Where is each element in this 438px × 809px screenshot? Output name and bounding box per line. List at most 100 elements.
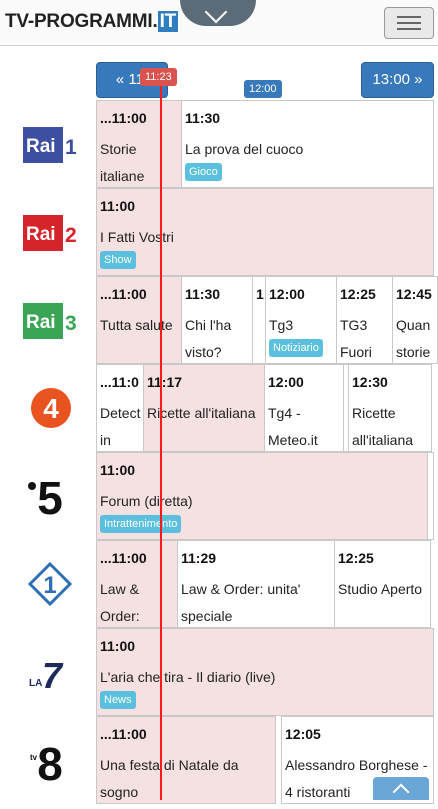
time-marker: 12:00 bbox=[244, 80, 282, 98]
program-cell[interactable]: 11:30 Chi l'ha visto? bbox=[181, 276, 253, 364]
program-title: Tg3 bbox=[269, 317, 294, 333]
program-cell[interactable]: 12:25 Studio Aperto bbox=[334, 540, 431, 628]
program-time: 12:30 bbox=[352, 374, 388, 390]
genre-badge: Show bbox=[100, 251, 136, 269]
program-cell[interactable]: 11:30 La prova del cuoco Gioco bbox=[181, 100, 434, 188]
program-cell[interactable]: ...11:00 Storie italiane bbox=[96, 100, 182, 188]
program-title: La prova del cuoco bbox=[185, 141, 304, 157]
rai3-word: Rai bbox=[26, 312, 56, 333]
scroll-to-top-button[interactable] bbox=[373, 777, 429, 801]
program-title: Una festa di Natale da sogno bbox=[100, 757, 239, 800]
genre-badge: Notiziario bbox=[269, 339, 323, 357]
program-time: 12:45 bbox=[396, 286, 432, 302]
program-title: Tutta salute bbox=[100, 317, 173, 333]
channel-row-rai1: Rai 1 ...11:00 Storie italiane 11:30 La … bbox=[0, 100, 438, 188]
program-title: Ricette all'italiana bbox=[147, 405, 256, 421]
program-cell[interactable]: 12:00 Tg3 Notiziario bbox=[265, 276, 337, 364]
program-title: I Fatti Vostri bbox=[100, 229, 174, 245]
program-cell[interactable]: 12:30 Ricette all'italiana bbox=[348, 364, 432, 452]
program-time: 11:00 bbox=[100, 198, 136, 214]
genre-badge: News bbox=[100, 691, 136, 709]
next-time-button[interactable]: 13:00 » bbox=[361, 62, 434, 98]
program-title: Tg4 - Meteo.it bbox=[268, 405, 318, 448]
program-title: TG3 Fuori bbox=[340, 317, 372, 360]
logo-text: TV-PROGRAMMI. bbox=[5, 11, 158, 32]
program-time: ...11:00 bbox=[100, 110, 147, 126]
program-title: Forum (diretta) bbox=[100, 493, 193, 509]
program-time: ...11:00 bbox=[100, 286, 147, 302]
channel-logo-italia1[interactable]: 1 bbox=[0, 540, 96, 628]
program-title: Law & Order: bbox=[100, 581, 140, 624]
channel-row-canale5: 5 11:00 Forum (diretta) Intrattenimento bbox=[0, 452, 438, 540]
current-time-badge: 11:23 bbox=[140, 68, 177, 86]
program-title: Storie italiane bbox=[100, 141, 145, 184]
channel-row-rete4: 4 ...11:0 Detect in 11:17 Ricette all'it… bbox=[0, 364, 438, 452]
program-time: 12:25 bbox=[338, 550, 374, 566]
program-time: 11:30 bbox=[185, 110, 221, 126]
channel-row-rai2: Rai 2 11:00 I Fatti Vostri Show bbox=[0, 188, 438, 276]
chevron-down-icon bbox=[204, 0, 228, 24]
channel-logo-rete4[interactable]: 4 bbox=[0, 364, 96, 452]
program-cell[interactable]: 11:29 Law & Order: unita' speciale bbox=[177, 540, 335, 628]
la7-word: LA bbox=[29, 678, 42, 689]
program-title: L'aria che tira - Il diario (live) bbox=[100, 669, 276, 685]
program-cell[interactable]: 11:00 L'aria che tira - Il diario (live)… bbox=[96, 628, 434, 716]
program-time: 12:00 bbox=[269, 286, 305, 302]
program-cell[interactable] bbox=[427, 452, 434, 540]
program-cell[interactable]: 12:45 Quan storie bbox=[392, 276, 438, 364]
menu-button[interactable] bbox=[384, 7, 434, 39]
menu-icon-bar bbox=[397, 22, 421, 24]
current-time-line bbox=[160, 82, 162, 800]
program-time: 11:29 bbox=[181, 550, 217, 566]
channel-logo-canale5[interactable]: 5 bbox=[0, 452, 96, 540]
top-bar: TV-PROGRAMMI. IT bbox=[0, 0, 438, 46]
menu-icon-bar bbox=[397, 16, 421, 18]
tv8-num: 8 bbox=[37, 738, 63, 790]
program-time: 11:00 bbox=[100, 638, 136, 654]
channel-row-italia1: 1 ...11:00 Law & Order: 11:29 Law & Orde… bbox=[0, 540, 438, 628]
la7-num: 7 bbox=[42, 655, 64, 696]
italia1-num: 1 bbox=[43, 572, 56, 599]
logo-tld: IT bbox=[157, 11, 179, 32]
channel-logo-rai3[interactable]: Rai 3 bbox=[0, 276, 96, 364]
program-time: 11:17 bbox=[147, 374, 183, 390]
rai1-num: 1 bbox=[65, 136, 77, 159]
channel-logo-tv8[interactable]: 8 tv bbox=[0, 716, 96, 804]
channel-row-rai3: Rai 3 ...11:00 Tutta salute 11:30 Chi l'… bbox=[0, 276, 438, 364]
program-time: 12:05 bbox=[285, 726, 321, 742]
program-cell[interactable]: ...11:00 Tutta salute bbox=[96, 276, 182, 364]
channel-logo-la7[interactable]: LA 7 bbox=[0, 628, 96, 716]
program-cell[interactable]: 11:00 I Fatti Vostri Show bbox=[96, 188, 434, 276]
program-cell[interactable]: ...11:00 Una festa di Natale da sogno bbox=[96, 716, 276, 804]
rai2-word: Rai bbox=[26, 224, 56, 245]
channel-logo-rai2[interactable]: Rai 2 bbox=[0, 188, 96, 276]
program-time: 11:30 bbox=[185, 286, 221, 302]
site-logo[interactable]: TV-PROGRAMMI. IT bbox=[5, 11, 179, 33]
program-cell[interactable]: ...11:00 Law & Order: bbox=[96, 540, 178, 628]
program-time: ...11:00 bbox=[100, 550, 147, 566]
program-time: 12:00 bbox=[268, 374, 304, 390]
program-title: Detect in bbox=[100, 405, 141, 448]
program-time: ...11:00 bbox=[100, 726, 147, 742]
program-cell[interactable]: ...11:0 Detect in bbox=[96, 364, 144, 452]
expand-tab[interactable] bbox=[180, 0, 256, 26]
program-time: 11:00 bbox=[100, 462, 136, 478]
rai2-num: 2 bbox=[65, 224, 77, 247]
program-time: 1 bbox=[256, 286, 264, 302]
program-cell[interactable]: 1 bbox=[252, 276, 266, 364]
program-title: Studio Aperto bbox=[338, 581, 423, 597]
channel-logo-rai1[interactable]: Rai 1 bbox=[0, 100, 96, 188]
chevron-up-icon bbox=[392, 783, 410, 801]
program-title: Law & Order: unita' speciale bbox=[181, 581, 301, 624]
program-time: ...11:0 bbox=[100, 374, 139, 390]
program-cell[interactable]: 12:00 Tg4 - Meteo.it bbox=[264, 364, 344, 452]
genre-badge: Intrattenimento bbox=[100, 515, 182, 533]
tv8-word: tv bbox=[30, 753, 38, 762]
genre-badge: Gioco bbox=[185, 163, 222, 181]
canale5-num: 5 bbox=[37, 472, 63, 524]
rete4-num: 4 bbox=[43, 393, 59, 424]
program-cell[interactable]: 12:25 TG3 Fuori bbox=[336, 276, 393, 364]
program-cell[interactable]: 11:00 Forum (diretta) Intrattenimento bbox=[96, 452, 428, 540]
rai1-word: Rai bbox=[26, 136, 56, 157]
program-time: 12:25 bbox=[340, 286, 376, 302]
